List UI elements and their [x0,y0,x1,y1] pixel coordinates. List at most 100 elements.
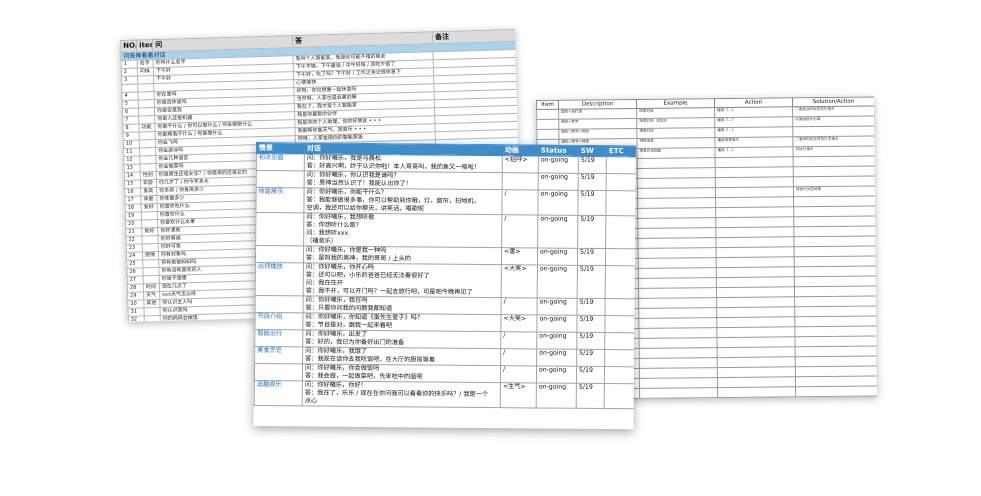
column-header: 情景 [256,142,305,154]
scene-cell: 出师播放 [255,262,304,296]
scene-cell: 节目介绍 [254,312,304,330]
dialogue-line: 空调，我还可以给你聊天，讲笑话，唱歌呢 [306,204,425,213]
sw-cell: 5/19 [578,173,607,191]
status-cell: on-going [537,247,578,266]
table-row: 问：你好曦乐，我想听歌 答：你想听什么歌？ 问：我想听xxx （播音乐） / on-goi… [255,212,636,249]
dialogue-cell: 问：你好曦乐，你会做饭吗 答：我会做，一起做菜吧，先来吃中的面吧 [302,363,501,383]
etc-cell [605,248,636,266]
etc-cell [604,349,635,367]
table-cell [639,397,718,400]
animation-cell: / [500,331,537,349]
etc-cell [605,265,636,299]
animation-cell: <生气> [500,382,537,408]
etc-cell [604,383,635,409]
scene-cell [255,295,304,313]
etc-cell [604,315,635,333]
etc-cell [604,298,636,316]
sw-cell: 5/19 [576,349,605,367]
row-category [144,315,161,322]
sw-cell: 5/19 [576,383,605,409]
scene-cell: 初次见面 [256,153,305,171]
sw-cell: 5/19 [576,366,605,384]
column-header: Item [536,100,559,110]
dialogue-cell: 问：你好曦乐，你好！ 答：我在了，乐乐 / 现在在你问我可以看看你的快乐吗？/ 我… [302,380,501,408]
dialogue-line: 答：我现在请你去我吃饭吧，在大厅的厨房等着 [305,355,436,364]
scene-cell [256,170,305,188]
dialogue-line: 答：是呀我的男神，我的哥哥 / 上头的 [305,254,412,263]
dialogue-cell: 问：你好曦乐，我在吗 答：只要你问我的问题我都知道 [303,295,502,315]
etc-cell [606,173,636,191]
status-cell: on-going [538,155,579,174]
animation-cell: / [501,189,539,215]
dialogue-cell: 问：你好曦乐，我想听歌 答：你想听什么歌？ 问：我想听xxx （播音乐） [303,212,502,248]
dialogue-cell: 问：你好曦乐，你开心吗 答：还可以吧，小乐的爸爸已经无法看很好了 问：我在在开 答：我… [303,262,502,298]
scene-cell: 逗趣娱乐 [254,380,303,406]
column-header: ETC [606,145,636,157]
dialogue-line: 答：好的，我已为你备好出门的准备 [305,338,405,347]
animation-cell: <大笑> [501,264,538,298]
table-row: 出师播放 问：你好曦乐，你开心吗 答：还可以吧，小乐的爸爸已经无法看很好了 问：我在在… [255,262,636,299]
table-cell [536,129,559,140]
scene-cell [255,245,304,263]
dialogue-cell: 问：你好曦乐，我是马晨松 答：好高兴啊，终于认识你啦！本人哥哥叫，我的鱼又一格啦！ [304,153,503,173]
status-cell: on-going [536,314,577,333]
table-cell [717,396,796,400]
dialogue-cell: 问：你好曦乐，出发了 答：好的，我已为你备好出门的准备 [302,329,501,349]
scenario-dialogue-sheet: 情景 对话 动画 Status SW ETC 初次见面 问：你好曦乐，我是马晨松 答：好高兴啊… [253,142,636,430]
sw-cell: 5/19 [577,190,607,216]
dialogue-line: 答：节目是对，跟我一起来看吧 [305,321,393,330]
sw-cell: 5/19 [577,215,606,249]
scene-cell [255,212,304,246]
column-header: SW [578,145,607,157]
status-cell: on-going [538,172,579,191]
dialogue-line: （播音乐） [306,237,338,245]
etc-cell [606,156,636,174]
status-cell: on-going [537,214,578,249]
sw-cell: 5/19 [576,332,605,350]
status-cell: on-going [536,382,577,409]
animation-cell: / [501,297,538,315]
table-cell [795,395,878,400]
animation-cell: / [500,365,537,383]
status-cell: on-going [537,297,578,316]
animation-cell: / [500,348,537,366]
dialogue-line: 答：我会做，一起做菜吧，先来吃中的面吧 [304,372,423,381]
table-row: 逗趣娱乐 问：你好曦乐，你好！ 答：我在了，乐乐 / 现在在你问我可以看看你的快乐吗… [254,380,635,409]
etc-cell [604,332,635,350]
dialogue-cell: 问：你好曦乐，你是我一种吗 答：是呀我的男神，我的哥哥 / 上头的 [303,245,502,265]
dialogue-line: 答：男神当然认识了！我能认出你了！ [306,179,412,188]
animation-cell: <大笑> [500,314,538,332]
column-header: Status [538,144,579,157]
status-cell: on-going [536,331,577,350]
status-cell: on-going [536,365,577,384]
column-header: item [136,39,153,53]
dialogue-cell: 问：你好曦乐，我饿了 答：我现在请你去我吃饭吧，在大厅的厨房等着 [302,346,501,366]
etc-cell [604,366,635,384]
table-cell [536,109,559,120]
status-cell: on-going [537,264,578,299]
scenario-dialogue-table: 情景 对话 动画 Status SW ETC 初次见面 问：你好曦乐，我是马晨松 答：好高兴啊… [254,142,636,409]
etc-cell [605,215,636,249]
status-cell: on-going [537,189,579,216]
status-cell: on-going [536,348,577,367]
animation-cell: <招呼> [502,155,539,173]
scene-cell: 智能出行 [254,329,303,347]
etc-cell [605,190,636,216]
sw-cell: 5/19 [577,248,606,266]
scene-cell: 技能展示 [255,187,305,213]
column-header: NO. [120,40,137,53]
table-row: 技能展示 问：你好曦乐，你能干什么？ 答：我能够做很多事，你可以帮助到你哦，灯，窗帘… [255,187,636,216]
sw-cell: 5/19 [577,265,606,299]
animation-cell [502,172,539,190]
dialogue-line: 答：只要你问我的问题我都知道 [305,304,393,313]
dialogue-line: 答：我不开，可以开门吗？一起去旅行吧，可是吧今晚再见了 [305,287,473,296]
scene-cell: 美食烹饪 [254,346,303,364]
dialogue-cell: 问：你好曦乐，你知道《蛋先生爱子》吗？ 答：节目是对，跟我一起来看吧 [302,312,502,332]
dialogue-cell: 问：你好曦乐，你能干什么？ 答：我能够做很多事，你可以帮助到你哦，灯，窗帘，扫地机… [303,187,503,215]
dialogue-line: 答：我在了，乐乐 / 现在在你问我可以看看你的快乐吗？/ 我是一个 [304,389,489,399]
dialogue-cell: 问：你好曦乐，你认识我是谁吗？ 答：男神当然认识了！我能认出你了！ [304,170,503,190]
column-header: 动画 [502,144,539,156]
animation-cell: / [501,214,538,248]
dialogue-line: 答：好高兴啊，终于认识你啦！本人哥哥叫，我的鱼又一格啦！ [306,162,481,171]
table-cell [536,119,559,130]
